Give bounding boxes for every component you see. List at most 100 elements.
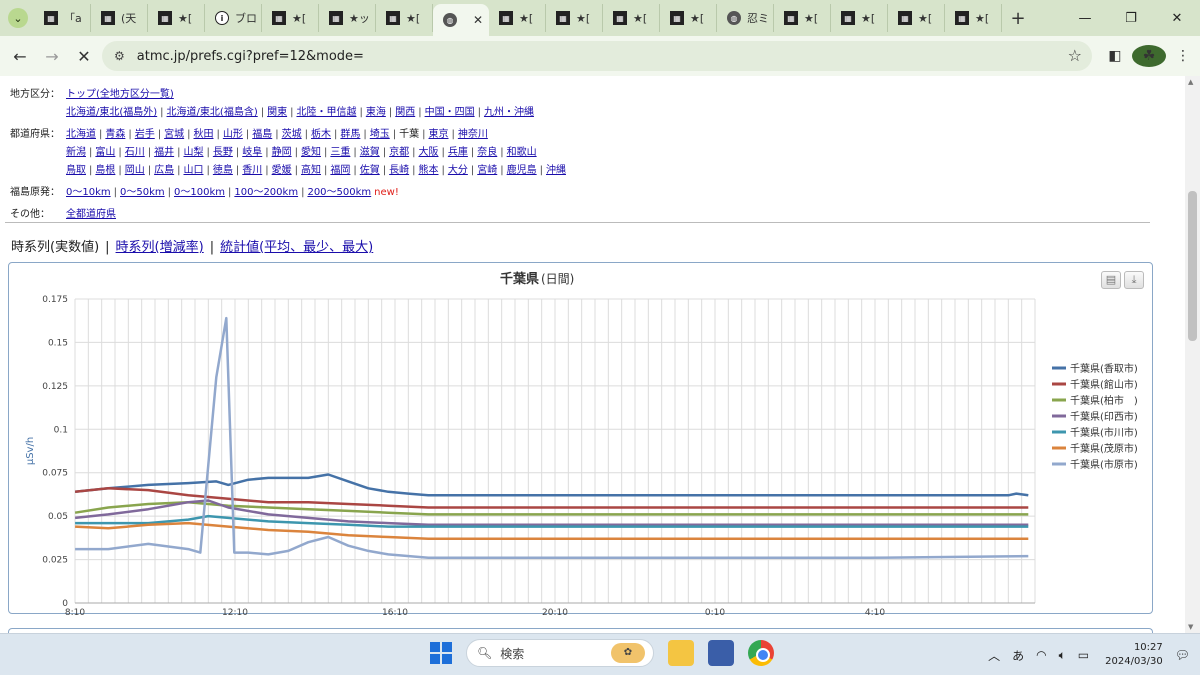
nav-link[interactable]: 群馬 [340,129,360,140]
nav-link[interactable]: 兵庫 [448,147,468,158]
nav-link[interactable]: 0～10km [66,187,111,198]
nav-link[interactable]: 長崎 [389,165,409,176]
site-info-icon[interactable]: ⚙ [114,49,125,63]
nav-link[interactable]: 岡山 [125,165,145,176]
nav-link[interactable]: 山梨 [184,147,204,158]
volume-icon[interactable]: 🔈︎ [1059,648,1066,663]
browser-tab[interactable]: ▦ ★[ [945,4,1002,32]
chrome-icon[interactable] [748,640,774,666]
browser-tab[interactable]: ◍ ✕ [433,4,489,36]
nav-link[interactable]: 北海道 [66,129,96,140]
browser-tab[interactable]: ▦ 「a [34,4,91,32]
scroll-up-icon[interactable]: ▲ [1188,78,1193,86]
nav-link[interactable]: 埼玉 [370,129,390,140]
download-icon[interactable]: ⤓ [1124,271,1144,289]
nav-link[interactable]: 三重 [330,147,350,158]
nav-link[interactable]: 岐阜 [242,147,262,158]
browser-tab[interactable]: ▦ (天 [91,4,148,32]
tab-search-icon[interactable]: ⌄ [8,8,28,28]
nav-link[interactable]: 神奈川 [458,129,488,140]
notepad-icon[interactable] [708,640,734,666]
nav-link[interactable]: 富山 [95,147,115,158]
browser-tab[interactable]: ▦ ★ッ [319,4,376,32]
browser-menu-icon[interactable]: ⋮ [1166,48,1200,64]
nav-link[interactable]: 岩手 [135,129,155,140]
browser-tab[interactable]: ▦ ★[ [376,4,433,32]
nav-link[interactable]: 中国・四国 [425,107,475,118]
page-scrollbar[interactable]: ▲ ▼ [1185,76,1200,633]
browser-tab[interactable]: ▦ ★[ [262,4,319,32]
close-window-icon[interactable]: ✕ [1154,11,1200,26]
browser-tab[interactable]: i ブロ [205,4,262,32]
nav-link[interactable]: 秋田 [194,129,214,140]
windows-start-icon[interactable] [430,642,452,664]
file-explorer-icon[interactable] [668,640,694,666]
nav-link[interactable]: 長野 [213,147,233,158]
back-icon[interactable]: ← [4,47,36,66]
nav-link[interactable]: 九州・沖縄 [484,107,534,118]
nav-link[interactable]: 全都道府県 [66,209,116,220]
nav-link[interactable]: 茨城 [282,129,302,140]
nav-link[interactable]: 佐賀 [360,165,380,176]
nav-link[interactable]: 福井 [154,147,174,158]
print-icon[interactable]: ▤ [1101,271,1121,289]
minimize-icon[interactable]: — [1062,11,1108,26]
stop-loading-icon[interactable]: ✕ [68,47,100,66]
nav-link[interactable]: 静岡 [272,147,292,158]
taskbar-search[interactable]: 🔍︎ 検索 ✿ [466,639,654,667]
notification-icon[interactable]: 💬︎ [1175,648,1190,662]
nav-link[interactable]: 大分 [448,165,468,176]
nav-link[interactable]: 0～100km [174,187,225,198]
close-tab-icon[interactable]: ✕ [473,13,483,27]
nav-link[interactable]: 100～200km [234,187,298,198]
ime-indicator[interactable]: あ [1012,647,1024,664]
browser-tab[interactable]: ▦ ★[ [660,4,717,32]
browser-tab[interactable]: ▦ ★[ [888,4,945,32]
restore-icon[interactable]: ❐ [1108,11,1154,26]
nav-link[interactable]: 青森 [105,129,125,140]
view-tab-statistics[interactable]: 統計値(平均、最少、最大) [220,240,373,255]
clock[interactable]: 10:27 2024/03/30 [1105,641,1163,669]
nav-link[interactable]: 栃木 [311,129,331,140]
nav-link[interactable]: 奈良 [477,147,497,158]
view-tab-change-rate[interactable]: 時系列(増減率) [116,240,204,255]
nav-link[interactable]: 宮崎 [477,165,497,176]
nav-link[interactable]: 鳥取 [66,165,86,176]
browser-tab[interactable]: ▦ ★[ [774,4,831,32]
nav-link[interactable]: 滋賀 [360,147,380,158]
new-tab-icon[interactable]: + [1006,8,1030,29]
nav-link[interactable]: 香川 [242,165,262,176]
nav-link[interactable]: 山形 [223,129,243,140]
nav-link[interactable]: 沖縄 [546,165,566,176]
nav-link[interactable]: 鹿児島 [507,165,537,176]
nav-link[interactable]: 広島 [154,165,174,176]
nav-link[interactable]: 愛媛 [272,165,292,176]
browser-tab[interactable]: ▦ ★[ [489,4,546,32]
side-panel-icon[interactable]: ◧ [1098,48,1132,64]
browser-tab[interactable]: ▦ ★[ [148,4,205,32]
nav-link[interactable]: 関東 [267,107,287,118]
forward-icon[interactable]: → [36,47,68,66]
nav-link[interactable]: 徳島 [213,165,233,176]
bookmark-star-icon[interactable]: ☆ [1068,46,1082,65]
nav-link[interactable]: 福島 [252,129,272,140]
nav-link[interactable]: 新潟 [66,147,86,158]
browser-tab[interactable]: ▦ ★[ [546,4,603,32]
nav-link[interactable]: 200～500km [307,187,371,198]
nav-link[interactable]: 東海 [366,107,386,118]
nav-link[interactable]: 高知 [301,165,321,176]
nav-link[interactable]: 北陸・甲信越 [296,107,356,118]
nav-link[interactable]: 東京 [429,129,449,140]
nav-link[interactable]: 北海道/東北(福島含) [167,107,258,118]
nav-link[interactable]: 京都 [389,147,409,158]
browser-tab[interactable]: ▦ ★[ [831,4,888,32]
nav-link[interactable]: 大阪 [419,147,439,158]
nav-link[interactable]: 和歌山 [507,147,537,158]
profile-avatar[interactable]: ☘ [1132,45,1166,67]
nav-link[interactable]: 島根 [95,165,115,176]
scroll-down-icon[interactable]: ▼ [1188,623,1193,631]
wifi-icon[interactable]: ◠ [1036,648,1046,662]
nav-link[interactable]: 関西 [395,107,415,118]
nav-link[interactable]: 愛知 [301,147,321,158]
nav-link[interactable]: 0～50km [120,187,165,198]
